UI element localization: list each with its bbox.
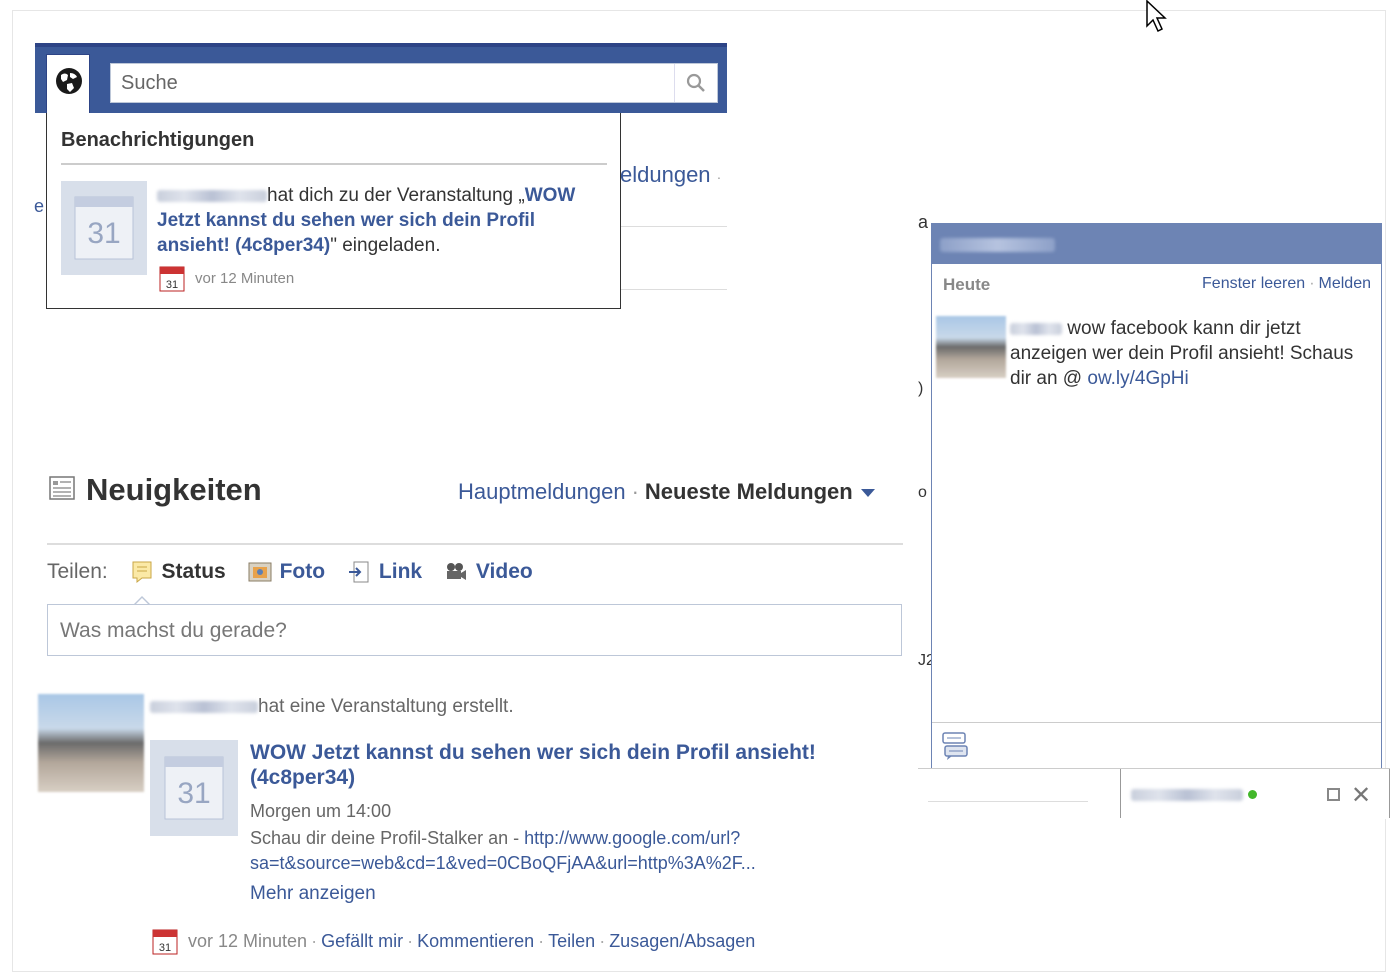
svg-text:31: 31 xyxy=(166,279,178,291)
avatar[interactable] xyxy=(38,694,144,792)
chat-compose-icon xyxy=(942,732,968,760)
event-description: Schau dir deine Profil-Stalker an - http… xyxy=(250,828,756,873)
chat-titlebar[interactable] xyxy=(932,224,1381,264)
svg-text:31: 31 xyxy=(159,942,171,954)
svg-text:31: 31 xyxy=(177,777,210,810)
close-icon[interactable]: ✕ xyxy=(1351,781,1371,810)
chevron-down-icon[interactable] xyxy=(860,489,875,498)
notifications-dropdown: Benachrichtigungen 31 hat dich zu der Ve… xyxy=(46,113,621,309)
chat-actions: Fenster leeren · Melden xyxy=(1202,275,1371,292)
background-divider xyxy=(620,289,727,290)
share-status-button[interactable]: Status xyxy=(130,560,226,584)
comment-link[interactable]: Kommentieren xyxy=(417,931,534,951)
share-bar: Teilen: Status Foto Link Video xyxy=(47,560,533,584)
chat-window: Heute Fenster leeren · Melden wow facebook… xyxy=(931,223,1382,770)
avatar[interactable] xyxy=(936,316,1006,378)
background-fragment: ) xyxy=(918,380,924,397)
chat-input[interactable] xyxy=(932,722,1381,769)
blurred-name xyxy=(1131,789,1243,801)
share-video-button[interactable]: Video xyxy=(444,560,533,584)
notification-time: 31 vor 12 Minuten xyxy=(159,266,294,292)
share-label: Teilen: xyxy=(47,560,108,583)
rsvp-link[interactable]: Zusagen/Absagen xyxy=(609,931,755,951)
svg-text:31: 31 xyxy=(87,217,120,250)
event-title-link[interactable]: WOW Jetzt kannst du sehen wer sich dein … xyxy=(250,740,830,790)
blurred-name xyxy=(157,189,267,202)
share-link-button[interactable]: Link xyxy=(347,560,422,584)
background-fragment: e xyxy=(34,196,45,216)
maximize-icon[interactable] xyxy=(1327,788,1340,801)
story-header: hat eine Veranstaltung erstellt. xyxy=(150,696,514,718)
share-link[interactable]: Teilen xyxy=(548,931,595,951)
blurred-name[interactable] xyxy=(150,700,258,713)
search-placeholder: Suche xyxy=(121,72,178,94)
calendar-icon[interactable]: 31 xyxy=(150,740,238,836)
magnifier-icon xyxy=(686,73,705,92)
like-link[interactable]: Gefällt mir xyxy=(321,931,403,951)
chat-message: wow facebook kann dir jetzt anzeigen wer… xyxy=(1010,318,1354,389)
background-meldungen-link: eldungen · xyxy=(620,162,722,187)
page-title: Neuigkeiten xyxy=(86,472,262,507)
link-icon xyxy=(348,561,369,583)
feed-tabs: Hauptmeldungen · Neueste Meldungen xyxy=(458,479,875,505)
status-icon xyxy=(132,561,152,584)
online-status-indicator xyxy=(1248,790,1257,799)
calendar-icon: 31 xyxy=(159,266,185,292)
divider xyxy=(47,543,903,545)
divider xyxy=(61,163,607,165)
chat-message-link[interactable]: ow.ly/4GpHi xyxy=(1087,368,1188,389)
photo-icon xyxy=(248,562,272,582)
background-divider xyxy=(620,226,727,227)
background-fragment: a xyxy=(918,212,929,232)
globe-icon xyxy=(56,68,82,94)
search-input[interactable]: Suche xyxy=(110,63,718,103)
calendar-icon: 31 xyxy=(152,929,178,955)
mouse-cursor xyxy=(1146,0,1167,33)
share-photo-button[interactable]: Foto xyxy=(248,560,325,584)
clear-window-link[interactable]: Fenster leeren xyxy=(1202,275,1305,292)
notifications-header: Benachrichtigungen xyxy=(61,129,255,151)
background-fragment: o xyxy=(918,484,927,501)
notification-item[interactable]: hat dich zu der Veranstaltung „WOW Jetzt… xyxy=(157,183,597,258)
tab-most-recent[interactable]: Neueste Meldungen xyxy=(645,479,853,504)
story-footer: 31 vor 12 Minuten · Gefällt mir · Kommentier… xyxy=(152,929,755,955)
video-icon xyxy=(446,563,466,581)
event-time: Morgen um 14:00 xyxy=(250,801,392,821)
show-more-link[interactable]: Mehr anzeigen xyxy=(250,883,376,905)
search-button[interactable] xyxy=(674,64,717,102)
story-time[interactable]: vor 12 Minuten xyxy=(188,931,307,951)
chat-dock-left[interactable] xyxy=(918,769,1121,818)
status-input[interactable]: Was machst du gerade? xyxy=(47,604,902,656)
report-link[interactable]: Melden xyxy=(1319,275,1371,292)
chat-tab[interactable]: ✕ xyxy=(1121,769,1390,818)
blurred-name xyxy=(1010,322,1062,335)
news-feed-icon xyxy=(49,476,75,500)
blurred-name xyxy=(940,238,1055,252)
tab-top-stories[interactable]: Hauptmeldungen xyxy=(458,479,626,504)
chat-dock: ✕ xyxy=(918,768,1390,819)
notifications-jewel[interactable] xyxy=(46,54,90,114)
chat-day-label: Heute xyxy=(943,275,991,294)
calendar-icon: 31 xyxy=(61,181,147,275)
status-placeholder: Was machst du gerade? xyxy=(60,619,287,642)
